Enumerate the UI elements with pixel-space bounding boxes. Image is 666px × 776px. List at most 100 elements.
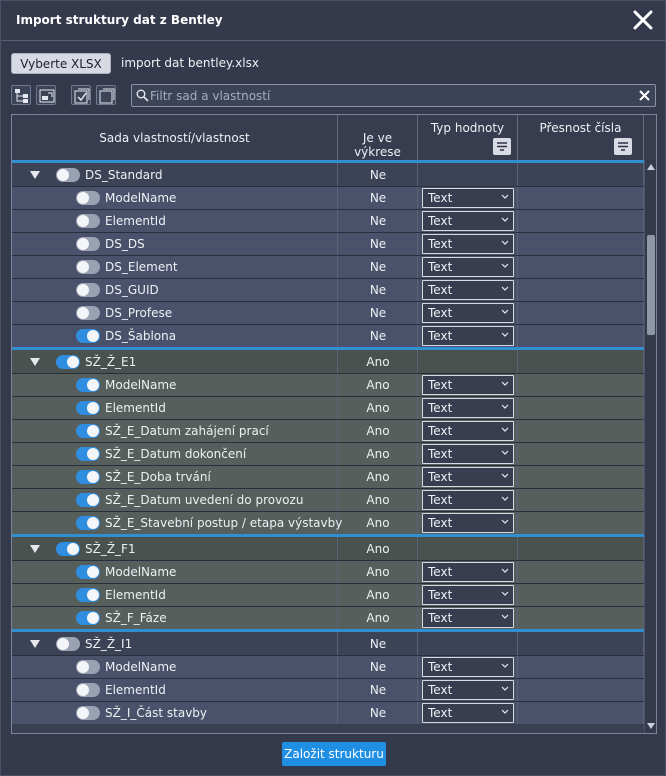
collapse-arrow-icon[interactable] bbox=[30, 171, 40, 179]
create-structure-button[interactable]: Založit strukturu bbox=[282, 742, 386, 766]
collapse-arrow-icon[interactable] bbox=[30, 640, 40, 648]
include-toggle[interactable] bbox=[76, 447, 100, 461]
select-xlsx-button[interactable]: Vyberte XLSX bbox=[11, 53, 111, 74]
property-row[interactable]: SŽ_E_Datum uvedení do provozu Ano Text bbox=[12, 488, 644, 511]
include-toggle[interactable] bbox=[76, 260, 100, 274]
value-type-select[interactable]: Text bbox=[422, 398, 514, 418]
value-type-select[interactable]: Text bbox=[422, 375, 514, 395]
check-all-icon[interactable] bbox=[71, 85, 91, 105]
value-type-select[interactable]: Text bbox=[422, 211, 514, 231]
precision-cell bbox=[518, 233, 644, 255]
property-row[interactable]: SŽ_F_Fáze Ano Text bbox=[12, 606, 644, 629]
include-toggle[interactable] bbox=[76, 378, 100, 392]
column-header-value-type-label: Typ hodnoty bbox=[430, 121, 505, 135]
include-toggle[interactable] bbox=[76, 191, 100, 205]
include-toggle[interactable] bbox=[76, 401, 100, 415]
value-type-select[interactable]: Text bbox=[422, 703, 514, 723]
value-type-cell: Text bbox=[418, 256, 518, 278]
include-toggle[interactable] bbox=[76, 516, 100, 530]
in-drawing-cell: Ano bbox=[338, 374, 418, 396]
include-toggle[interactable] bbox=[56, 355, 80, 369]
value-type-cell: Text bbox=[418, 325, 518, 347]
property-row[interactable]: DS_Šablona Ne Text bbox=[12, 324, 644, 347]
property-row[interactable]: ModelName Ano Text bbox=[12, 560, 644, 583]
scroll-up-icon[interactable] bbox=[647, 164, 655, 170]
property-row[interactable]: ElementId Ano Text bbox=[12, 396, 644, 419]
vertical-scrollbar[interactable] bbox=[644, 160, 656, 733]
property-set-row[interactable]: SŽ_Ž_I1 Ne bbox=[12, 629, 644, 655]
include-toggle[interactable] bbox=[56, 168, 80, 182]
property-row[interactable]: ElementId Ne Text bbox=[12, 678, 644, 701]
value-type-select[interactable]: Text bbox=[422, 562, 514, 582]
property-name: ElementId bbox=[105, 588, 166, 602]
property-row[interactable]: ModelName Ne Text bbox=[12, 655, 644, 678]
property-row[interactable]: ElementId Ne Text bbox=[12, 209, 644, 232]
in-drawing-value: Ne bbox=[369, 191, 387, 205]
include-toggle[interactable] bbox=[76, 214, 100, 228]
value-type-select[interactable]: Text bbox=[422, 608, 514, 628]
value-type-select[interactable]: Text bbox=[422, 680, 514, 700]
property-row[interactable]: SŽ_E_Doba trvání Ano Text bbox=[12, 465, 644, 488]
include-toggle[interactable] bbox=[76, 470, 100, 484]
value-type-select[interactable]: Text bbox=[422, 444, 514, 464]
include-toggle[interactable] bbox=[76, 565, 100, 579]
property-row[interactable]: DS_Profese Ne Text bbox=[12, 301, 644, 324]
value-type-select[interactable]: Text bbox=[422, 234, 514, 254]
in-drawing-value: Ano bbox=[366, 470, 390, 484]
property-set-row[interactable]: SŽ_Ž_E1 Ano bbox=[12, 347, 644, 373]
import-dialog: Import struktury dat z Bentley Vyberte X… bbox=[0, 0, 666, 776]
include-toggle[interactable] bbox=[56, 637, 80, 651]
filter-input[interactable] bbox=[150, 87, 630, 104]
column-filter-icon[interactable] bbox=[614, 138, 632, 155]
include-toggle[interactable] bbox=[76, 329, 100, 343]
property-row[interactable]: SŽ_E_Datum zahájení prací Ano Text bbox=[12, 419, 644, 442]
column-filter-icon[interactable] bbox=[493, 138, 511, 155]
scroll-down-icon[interactable] bbox=[647, 723, 655, 729]
in-drawing-value: Ne bbox=[369, 329, 387, 343]
property-row[interactable]: SŽ_I_Část stavby Ne Text bbox=[12, 701, 644, 724]
clear-filter-icon[interactable] bbox=[638, 89, 651, 102]
value-type-select[interactable]: Text bbox=[422, 421, 514, 441]
value-type-select[interactable]: Text bbox=[422, 280, 514, 300]
property-set-row[interactable]: SŽ_Ž_F1 Ano bbox=[12, 534, 644, 560]
property-row[interactable]: DS_DS Ne Text bbox=[12, 232, 644, 255]
property-row[interactable]: DS_Element Ne Text bbox=[12, 255, 644, 278]
include-toggle[interactable] bbox=[76, 683, 100, 697]
property-set-row[interactable]: DS_Standard Ne bbox=[12, 160, 644, 186]
value-type-select[interactable]: Text bbox=[422, 467, 514, 487]
value-type-select[interactable]: Text bbox=[422, 303, 514, 323]
close-icon[interactable] bbox=[633, 9, 653, 31]
include-toggle[interactable] bbox=[76, 306, 100, 320]
collapse-arrow-icon[interactable] bbox=[30, 545, 40, 553]
include-toggle[interactable] bbox=[76, 660, 100, 674]
property-row[interactable]: SŽ_E_Datum dokončení Ano Text bbox=[12, 442, 644, 465]
value-type-select[interactable]: Text bbox=[422, 188, 514, 208]
include-toggle[interactable] bbox=[76, 493, 100, 507]
toggle-knob bbox=[87, 517, 99, 529]
value-type-select[interactable]: Text bbox=[422, 585, 514, 605]
value-type-select[interactable]: Text bbox=[422, 490, 514, 510]
value-type-select[interactable]: Text bbox=[422, 657, 514, 677]
expand-tree-icon[interactable] bbox=[11, 85, 31, 105]
include-toggle[interactable] bbox=[76, 237, 100, 251]
name-cell: ElementId bbox=[12, 584, 338, 606]
include-toggle[interactable] bbox=[76, 611, 100, 625]
property-row[interactable]: ElementId Ano Text bbox=[12, 583, 644, 606]
collapse-arrow-icon[interactable] bbox=[30, 358, 40, 366]
uncheck-all-icon[interactable] bbox=[96, 85, 116, 105]
property-row[interactable]: ModelName Ano Text bbox=[12, 373, 644, 396]
property-row[interactable]: ModelName Ne Text bbox=[12, 186, 644, 209]
include-toggle[interactable] bbox=[76, 588, 100, 602]
value-type-select[interactable]: Text bbox=[422, 513, 514, 533]
property-row[interactable]: DS_GUID Ne Text bbox=[12, 278, 644, 301]
value-type-select[interactable]: Text bbox=[422, 257, 514, 277]
property-row[interactable]: SŽ_E_Stavební postup / etapa výstavby Ano… bbox=[12, 511, 644, 534]
collapse-tree-icon[interactable] bbox=[36, 85, 56, 105]
include-toggle[interactable] bbox=[76, 706, 100, 720]
include-toggle[interactable] bbox=[76, 283, 100, 297]
precision-cell bbox=[518, 420, 644, 442]
value-type-select[interactable]: Text bbox=[422, 326, 514, 346]
include-toggle[interactable] bbox=[56, 542, 80, 556]
scrollbar-thumb[interactable] bbox=[647, 235, 655, 335]
include-toggle[interactable] bbox=[76, 424, 100, 438]
